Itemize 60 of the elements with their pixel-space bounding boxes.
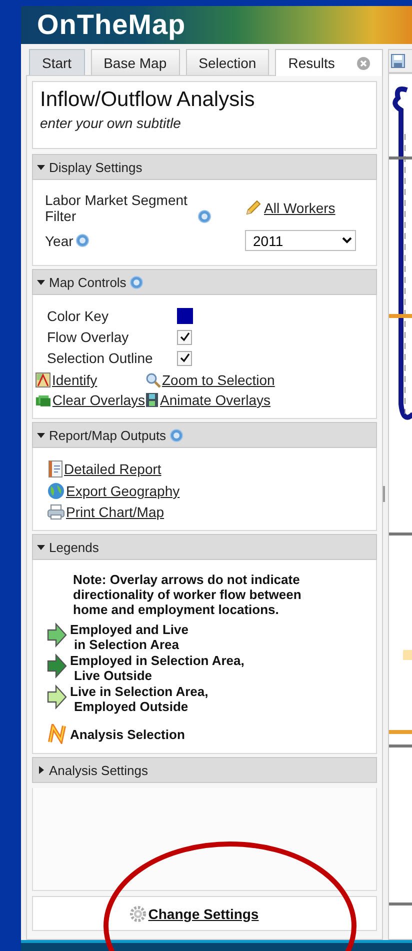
caret-right-icon [37,766,45,774]
document-icon [47,460,63,478]
legend-label: Live in Selection Area, Employed Outside [70,684,208,714]
section-title: Map Controls [49,274,126,290]
globe-icon [47,482,65,500]
section-header[interactable]: Report/Map Outputs [32,422,377,448]
check-icon [180,353,190,363]
link[interactable]: Clear Overlays [52,392,145,408]
gear-icon [130,906,146,922]
caret-down-icon [37,278,45,286]
tab[interactable]: Selection [186,49,270,75]
section-header[interactable]: Map Controls [32,269,377,295]
link[interactable]: Animate Overlays [160,392,270,408]
section-title: Report/Map Outputs [49,428,166,442]
checkbox[interactable] [177,350,192,366]
field-label: Labor Market Segment Filter [45,192,188,224]
subtitle: enter your own subtitle [40,115,182,131]
save-icon[interactable] [391,54,405,68]
checkbox[interactable] [177,330,192,344]
map-icon [35,372,51,388]
caret-down-icon [37,543,45,551]
tab[interactable]: Base Map [90,49,180,75]
field-label: Flow Overlay [47,329,130,345]
section-title: Display Settings [49,160,142,174]
legend-label: Employed in Selection Area, Live Outside [70,653,244,683]
field-label: Selection Outline [47,350,154,366]
section-title: Analysis Settings [49,762,148,778]
section-title: Legends [49,540,99,554]
link[interactable]: Zoom to Selection [162,372,275,388]
year-dropdown[interactable]: 2011 [245,230,356,251]
pencil-icon [245,200,261,216]
check-icon [180,332,190,342]
link[interactable]: Print Chart/Map [66,504,164,520]
section-header[interactable]: Display Settings [32,154,377,180]
tab[interactable]: Results [275,49,383,76]
legend-label: Analysis Selection [70,726,185,742]
color-swatch[interactable] [177,308,193,324]
help-icon [198,210,211,223]
change-settings-link[interactable]: Change Settings [148,906,259,922]
tab[interactable]: Start [29,49,85,75]
analysis-title: Inflow/Outflow Analysis [40,88,256,112]
section-header[interactable]: Legends [32,534,377,560]
outline-icon [47,724,67,744]
app-title: OnTheMap [37,9,186,41]
field-label: Color Key [47,308,110,324]
close-icon[interactable] [356,56,370,70]
legend-label: Employed and Live in Selection Area [70,622,188,652]
help-icon [76,234,90,247]
field-label: Year [45,232,74,248]
caret-down-icon [37,163,45,171]
link[interactable]: Detailed Report [64,461,162,477]
link[interactable]: Export Geography [66,483,180,499]
film-icon [145,392,159,408]
segment-filter-link[interactable]: All Workers [264,200,336,216]
caret-down-icon [37,431,45,439]
legend-note: Note: Overlay arrows do not indicate directionality of worker flow between home and employment locations. [73,572,302,617]
link[interactable]: Identify [52,372,98,388]
section-header[interactable]: Analysis Settings [32,757,377,783]
magnifier-icon [145,372,161,388]
printer-icon [47,504,65,520]
